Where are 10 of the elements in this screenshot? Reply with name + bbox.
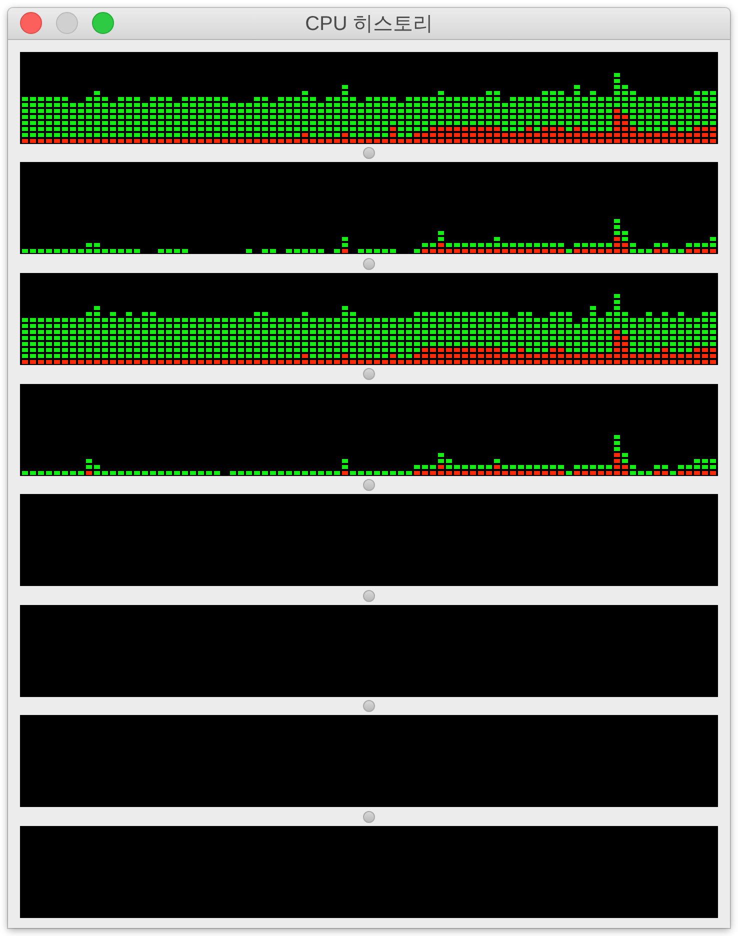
divider-handle[interactable]: [363, 368, 375, 380]
divider-handle[interactable]: [363, 700, 375, 712]
divider-handle[interactable]: [363, 590, 375, 602]
divider-handle[interactable]: [363, 810, 375, 823]
zoom-button[interactable]: [92, 12, 114, 34]
divider-handle[interactable]: [363, 258, 375, 270]
divider-handle[interactable]: [363, 147, 375, 160]
close-button[interactable]: [20, 12, 42, 34]
divider-handle[interactable]: [363, 478, 375, 491]
window-title: CPU 히스토리: [305, 12, 433, 37]
